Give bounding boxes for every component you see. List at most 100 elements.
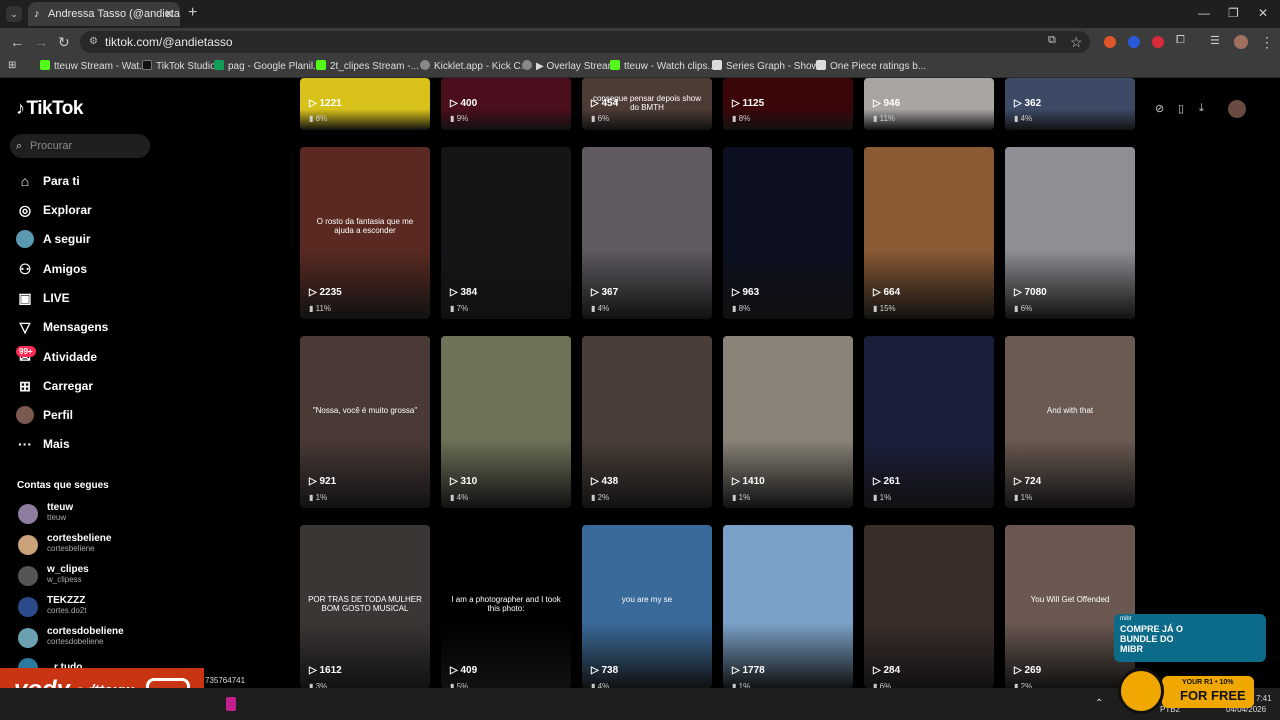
profile-icon: [16, 406, 34, 424]
extension-icon[interactable]: [1128, 36, 1140, 48]
profile-avatar-icon[interactable]: [1234, 35, 1248, 49]
extensions-puzzle-icon[interactable]: ⧠: [1176, 34, 1185, 47]
video-thumbnail[interactable]: ▷ 963 ▮ 8%: [723, 147, 853, 319]
close-tab-icon[interactable]: ✕: [164, 2, 174, 26]
video-thumbnail[interactable]: ▷ 261 ▮ 1%: [864, 336, 994, 508]
close-window-icon[interactable]: ✕: [1258, 6, 1268, 20]
play-icon: ▷: [1014, 287, 1025, 298]
video-thumbnail[interactable]: "Nossa, você é muito grossa" ▷ 921 ▮ 1%: [300, 336, 430, 508]
search-input[interactable]: ⌕ Procurar: [10, 134, 150, 158]
stats-bar-icon: ▮: [309, 114, 316, 123]
tray-chevron-icon[interactable]: ⌃: [1095, 698, 1103, 709]
video-thumbnail[interactable]: consegue pensar depois show do BMTH ▷ 454…: [582, 78, 712, 130]
video-thumbnail[interactable]: ▷ 438 ▮ 2%: [582, 336, 712, 508]
video-thumbnail[interactable]: ▷ 362 ▮ 4%: [1005, 78, 1135, 130]
following-account[interactable]: w_clipes w_clipess: [18, 564, 138, 588]
bookmark-item[interactable]: TikTok Studio: [142, 60, 216, 72]
video-thumbnail[interactable]: And with that ▷ 724 ▮ 1%: [1005, 336, 1135, 508]
bookmark-item[interactable]: tteuw - Watch clips...: [610, 60, 716, 72]
stats-bar-icon: ▮: [1014, 304, 1021, 313]
minimize-icon[interactable]: —: [1198, 6, 1210, 20]
engagement-percent: ▮ 1%: [309, 493, 327, 502]
play-icon: ▷: [450, 287, 461, 298]
extension-icon[interactable]: [1152, 36, 1164, 48]
back-icon[interactable]: ←: [10, 34, 24, 50]
search-placeholder: Procurar: [30, 140, 73, 152]
user-avatar-icon[interactable]: [1228, 100, 1246, 118]
nav-mais[interactable]: ··· Mais: [16, 433, 70, 455]
following-account[interactable]: cortesbeliene cortesbeliene: [18, 533, 138, 557]
nav-explorar[interactable]: ◎ Explorar: [16, 199, 92, 221]
video-thumbnail[interactable]: ▷ 367 ▮ 4%: [582, 147, 712, 319]
view-count: ▷ 1778: [732, 665, 765, 676]
restore-icon[interactable]: ❐: [1228, 6, 1239, 20]
tiktok-logo[interactable]: ♪ TikTok: [16, 98, 83, 120]
video-thumbnail[interactable]: I am a photographer and I took this phot…: [441, 525, 571, 688]
following-account[interactable]: tteuw tteuw: [18, 502, 138, 526]
bookmark-item[interactable]: Series Graph - Show...: [712, 60, 827, 72]
engagement-percent: ▮ 1%: [873, 493, 891, 502]
video-thumbnail[interactable]: O rosto da fantasia que me ajuda a escon…: [300, 147, 430, 319]
nav-carregar[interactable]: ⊞ Carregar: [16, 375, 93, 397]
video-thumbnail[interactable]: ▷ 1125 ▮ 8%: [723, 78, 853, 130]
tab-list-button[interactable]: ⌄: [6, 6, 22, 22]
view-count-text: 946: [883, 98, 901, 109]
apps-grid-icon[interactable]: ⊞: [8, 60, 16, 71]
mobile-icon[interactable]: ▯: [1178, 102, 1184, 115]
video-thumbnail[interactable]: You Will Get Offended ▷ 269 ▮ 2%: [1005, 525, 1135, 688]
video-thumbnail[interactable]: ▷ 7080 ▮ 6%: [1005, 147, 1135, 319]
bookmark-item[interactable]: ▶ Overlay Stream: [522, 60, 616, 72]
site-info-icon[interactable]: ⚙: [89, 31, 98, 53]
video-thumbnail[interactable]: ▷ 384 ▮ 7%: [441, 147, 571, 319]
nav-a-seguir[interactable]: A seguir: [16, 228, 91, 250]
engagement-percent-text: 6%: [1020, 304, 1033, 313]
video-thumbnail[interactable]: you are my se ▷ 738 ▮ 4%: [582, 525, 712, 688]
following-heading: Contas que segues: [17, 480, 109, 491]
engagement-percent-text: 8%: [738, 304, 751, 313]
partial-id-text: 735764741: [205, 676, 246, 685]
nav-mensagens[interactable]: ▽ Mensagens: [16, 316, 109, 338]
account-name: TEKZZZ: [47, 595, 86, 606]
following-account[interactable]: TEKZZZ cortes.do2t: [18, 595, 138, 619]
play-icon: ▷: [732, 665, 743, 676]
download-icon[interactable]: ⤓: [1199, 102, 1204, 115]
bookmark-item[interactable]: 2t_clipes Stream -...: [316, 60, 419, 72]
nav-perfil[interactable]: Perfil: [16, 404, 73, 426]
ai-icon[interactable]: ⊘: [1155, 102, 1164, 115]
video-thumbnail[interactable]: ▷ 946 ▮ 11%: [864, 78, 994, 130]
bookmarks-bar: ⊞ tteuw Stream - Wat... TikTok Studio pa…: [0, 56, 1280, 78]
new-tab-icon[interactable]: +: [188, 4, 197, 22]
bookmark-item[interactable]: tteuw Stream - Wat...: [40, 60, 148, 72]
video-thumbnail[interactable]: ▷ 1410 ▮ 1%: [723, 336, 853, 508]
video-thumbnail[interactable]: ▷ 1778 ▮ 1%: [723, 525, 853, 688]
video-thumbnail[interactable]: ▷ 284 ▮ 6%: [864, 525, 994, 688]
video-thumbnail[interactable]: POR TRAS DE TODA MULHER BOM GOSTO MUSICA…: [300, 525, 430, 688]
bookmark-item[interactable]: pag - Google Planil...: [214, 60, 321, 72]
view-count: ▷ 310: [450, 476, 477, 487]
view-count-text: 963: [742, 287, 760, 298]
side-panel-icon[interactable]: ☰: [1210, 34, 1220, 47]
view-count: ▷ 738: [591, 665, 618, 676]
play-icon: ▷: [732, 98, 743, 109]
video-thumbnail[interactable]: ▷ 400 ▮ 9%: [441, 78, 571, 130]
browser-tab[interactable]: ♪ Andressa Tasso (@andietasso) | ✕: [28, 2, 180, 26]
forward-icon[interactable]: →: [34, 34, 48, 50]
nav-live[interactable]: ▣ LIVE: [16, 287, 69, 309]
bookmark-item[interactable]: Kicklet.app - Kick C...: [420, 60, 529, 72]
extension-icon[interactable]: [1104, 36, 1116, 48]
play-icon: ▷: [450, 665, 461, 676]
reload-icon[interactable]: ↻: [58, 34, 70, 51]
following-account[interactable]: cortesdobeliene cortesdobeliene: [18, 626, 138, 650]
menu-dots-icon[interactable]: ⋮: [1260, 34, 1274, 51]
nav-amigos[interactable]: ⚇ Amigos: [16, 258, 87, 280]
taskbar-app-icon[interactable]: [226, 697, 236, 711]
video-thumbnail[interactable]: ▷ 664 ▮ 15%: [864, 147, 994, 319]
install-icon[interactable]: ⧉: [1048, 34, 1056, 47]
bookmark-item[interactable]: One Piece ratings b...: [816, 60, 926, 72]
nav-para-ti[interactable]: ⌂ Para ti: [16, 170, 80, 192]
url-field[interactable]: ⚙ tiktok.com/@andietasso: [80, 31, 1090, 53]
video-thumbnail[interactable]: ▷ 1221 ▮ 8%: [300, 78, 430, 130]
bookmark-star-icon[interactable]: ☆: [1070, 34, 1083, 51]
video-thumbnail[interactable]: ▷ 310 ▮ 4%: [441, 336, 571, 508]
view-count: ▷ 946: [873, 98, 900, 109]
